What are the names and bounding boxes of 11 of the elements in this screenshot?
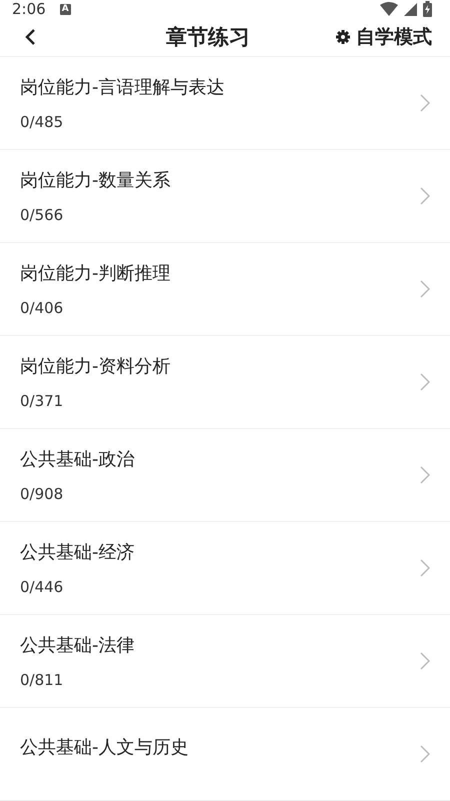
chapter-title: 岗位能力-言语理解与表达 (20, 76, 226, 99)
chapter-title: 公共基础-政治 (20, 448, 136, 471)
status-time: 2:06 (12, 0, 46, 18)
chapter-title: 岗位能力-数量关系 (20, 169, 172, 192)
chapter-title: 岗位能力-判断推理 (20, 262, 172, 285)
notification-icon: A (60, 4, 71, 15)
chapter-title: 公共基础-法律 (20, 634, 136, 657)
page-title: 章节练习 (165, 24, 251, 52)
chapter-title: 公共基础-经济 (20, 541, 136, 564)
chapter-title: 岗位能力-资料分析 (20, 355, 172, 378)
chapter-title: 公共基础-人文与历史 (20, 736, 190, 759)
